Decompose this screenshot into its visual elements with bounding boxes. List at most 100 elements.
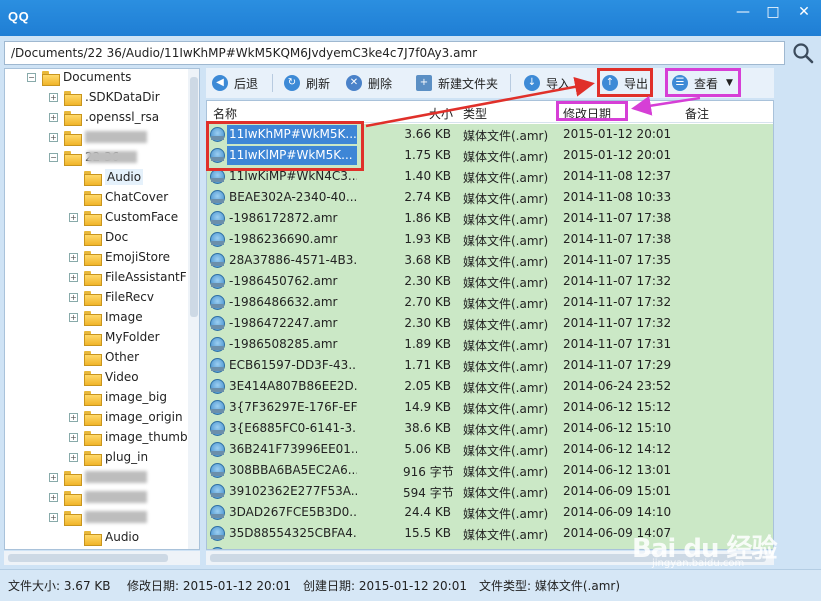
folder-icon [84,210,102,226]
tree-item[interactable]: MyFolder [69,327,160,347]
expand-toggle-icon[interactable]: + [69,272,78,282]
tree-item-label: Doc [105,230,129,244]
file-type: 媒体文件(.amr) [463,465,549,479]
file-date: 2014-11-08 12:37 [563,169,672,183]
table-row[interactable]: 39102362E277F53A... 594 字节 媒体文件(.amr) 2014-… [207,481,773,502]
tree-item[interactable]: + plug_in [69,447,148,467]
audio-file-icon [210,232,225,247]
file-size: 2.74 KB [404,190,451,204]
expand-toggle-icon[interactable]: + [49,492,58,502]
expand-toggle-icon[interactable]: + [49,472,58,482]
file-name: 3{E6885FC0-6141-3... [229,421,357,435]
search-icon[interactable] [790,40,816,66]
expand-toggle-icon[interactable]: + [69,292,78,302]
tree-item[interactable]: image_big [69,387,167,407]
back-button[interactable]: ◀ 后退 [212,72,258,94]
folder-icon [64,490,82,506]
minimize-button[interactable]: — [728,0,758,26]
audio-file-icon [210,442,225,457]
tree-item[interactable]: + [49,487,147,507]
date-column-highlight [556,101,628,121]
column-note[interactable]: 备注 [685,105,709,122]
file-date: 2014-11-07 17:32 [563,295,672,309]
tree-item[interactable]: Audio [69,167,144,187]
file-type: 媒体文件(.amr) [463,213,549,227]
tree-item[interactable]: Doc [69,227,128,247]
table-row[interactable]: -1986172872.amr 1.86 KB 媒体文件(.amr) 2014-11-… [207,208,773,229]
folder-icon [84,310,102,326]
tree-item[interactable]: + [49,507,147,527]
tree-item[interactable]: + EmojiStore [69,247,170,267]
tree-item[interactable]: Video [69,367,139,387]
table-row[interactable]: -1986236690.amr 1.93 KB 媒体文件(.amr) 2014-11-… [207,229,773,250]
table-row[interactable]: 3E414A807B86EE2D... 2.05 KB 媒体文件(.amr) 2014… [207,376,773,397]
table-row[interactable]: 3DAD267FCE5B3D0... 24.4 KB 媒体文件(.amr) 2014-… [207,502,773,523]
tree-item[interactable]: Other [69,347,139,367]
column-name[interactable]: 名称 [213,105,237,122]
tree-horizontal-scrollbar[interactable] [4,551,200,565]
expand-toggle-icon [69,533,78,542]
file-type: 媒体文件(.amr) [463,547,548,549]
watermark-url: jingyan.baidu.com [652,558,745,569]
path-input[interactable]: /Documents/22 36/Audio/11IwKhMP#WkM5KQM6… [4,41,785,65]
new-folder-button[interactable]: + 新建文件夹 [416,72,498,94]
tree-item[interactable]: −22 36 [49,147,137,167]
table-row[interactable]: BEAE302A-2340-40... 2.74 KB 媒体文件(.amr) 2014… [207,187,773,208]
tree-item[interactable]: + [49,127,147,147]
expand-toggle-icon[interactable]: + [69,252,78,262]
audio-file-icon [210,190,225,205]
redacted-mark [85,491,147,503]
tree-item[interactable]: + image_thumb [69,427,188,447]
audio-file-icon [210,211,225,226]
table-row[interactable]: 28A37886-4571-4B3... 3.68 KB 媒体文件(.amr) 201… [207,250,773,271]
import-button[interactable]: ↓ 导入 [524,72,570,94]
audio-file-icon [210,484,225,499]
table-row[interactable]: -1986508285.amr 1.89 KB 媒体文件(.amr) 2014-11-… [207,334,773,355]
tree-item[interactable]: + CustomFace [69,207,178,227]
tree-item[interactable]: + image_origin [69,407,183,427]
expand-toggle-icon[interactable]: + [69,212,78,222]
expand-toggle-icon[interactable]: + [69,312,78,322]
expand-toggle-icon[interactable]: + [69,452,78,462]
close-button[interactable]: ✕ [789,0,819,26]
table-row[interactable]: -1986486632.amr 2.70 KB 媒体文件(.amr) 2014-11-… [207,292,773,313]
expand-toggle-icon[interactable]: − [27,72,36,82]
tree-item[interactable]: Audio [69,527,139,547]
tree-item[interactable]: ChatCover [69,187,168,207]
file-size: 1.93 KB [404,232,451,246]
expand-toggle-icon[interactable]: + [49,132,58,142]
tree-vertical-scrollbar[interactable] [188,69,199,549]
audio-file-icon [210,253,225,268]
expand-toggle-icon[interactable]: − [49,152,58,162]
expand-toggle-icon[interactable]: + [69,432,78,442]
tree-item[interactable]: + FileRecv [69,287,154,307]
folder-icon [64,510,82,526]
table-row[interactable]: 3{7F36297E-176F-EF... 14.9 KB 媒体文件(.amr) 20… [207,397,773,418]
table-row[interactable]: 3{E6885FC0-6141-3... 38.6 KB 媒体文件(.amr) 201… [207,418,773,439]
expand-toggle-icon[interactable]: + [49,92,58,102]
table-row[interactable]: -1986472247.amr 2.30 KB 媒体文件(.amr) 2014-11-… [207,313,773,334]
tree-item[interactable]: + .openssl_rsa [49,107,159,127]
table-row[interactable]: 36B241F73996EE01... 5.06 KB 媒体文件(.amr) 2014… [207,439,773,460]
tree-item[interactable]: + [49,467,147,487]
tree-item[interactable]: + FileAssistantF [69,267,187,287]
tree-item[interactable]: + .SDKDataDir [49,87,160,107]
maximize-button[interactable]: □ [758,0,788,26]
table-row[interactable]: -1986450762.amr 2.30 KB 媒体文件(.amr) 2014-11-… [207,271,773,292]
refresh-button[interactable]: ↻ 刷新 [284,72,330,94]
expand-toggle-icon[interactable]: + [69,412,78,422]
file-date: 2014-11-07 17:32 [563,316,672,330]
file-type: 媒体文件(.amr) [463,339,549,353]
file-name: 35D88554325CBFA4... [229,526,357,540]
expand-toggle-icon[interactable]: + [49,112,58,122]
tree-item-label: image_origin [105,410,183,424]
table-row[interactable]: 308BBA6BA5EC2A6... 916 字节 媒体文件(.amr) 2014-0… [207,460,773,481]
column-type[interactable]: 类型 [463,105,487,122]
file-date: 2014-11-07 17:38 [563,232,672,246]
expand-toggle-icon[interactable]: + [49,512,58,522]
table-row[interactable]: ECB61597-DD3F-43... 1.71 KB 媒体文件(.amr) 2014… [207,355,773,376]
tree-item[interactable]: − Documents [27,69,131,87]
tree-item[interactable]: + Image [69,307,143,327]
column-size[interactable]: 大小 [429,105,453,122]
delete-button[interactable]: ✕ 删除 [346,72,392,94]
